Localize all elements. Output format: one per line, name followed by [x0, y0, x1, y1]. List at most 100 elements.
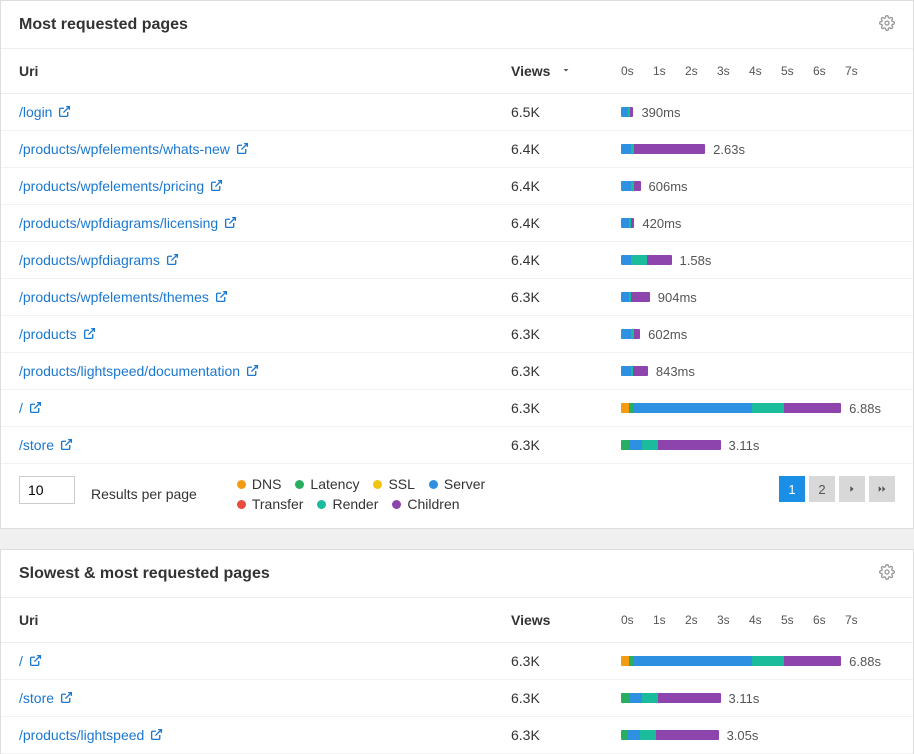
legend-dot-icon — [392, 500, 401, 509]
timing-bar[interactable] — [621, 656, 841, 666]
col-views[interactable]: Views — [493, 598, 603, 643]
uri-link[interactable]: /login — [19, 104, 52, 120]
timing-label: 606ms — [649, 179, 688, 194]
timing-bar[interactable] — [621, 181, 641, 191]
last-page-button[interactable] — [869, 476, 895, 502]
timing-bar[interactable] — [621, 144, 705, 154]
timing-segment-children — [633, 366, 648, 376]
timing-label: 6.88s — [849, 654, 881, 669]
external-link-icon[interactable] — [224, 216, 237, 232]
legend-item[interactable]: Server — [429, 476, 485, 492]
results-per-page-label: Results per page — [91, 486, 197, 502]
pagination: 1 2 — [779, 476, 895, 502]
legend-dot-icon — [237, 480, 246, 489]
uri-link[interactable]: /products/lightspeed/documentation — [19, 363, 240, 379]
timing-bar[interactable] — [621, 255, 672, 265]
col-views[interactable]: Views — [493, 49, 603, 94]
gear-icon[interactable] — [879, 15, 895, 34]
table-row: /products/lightspeed6.3K3.05s — [1, 717, 913, 754]
timing-bar[interactable] — [621, 730, 719, 740]
timing-segment-latency — [621, 440, 629, 450]
legend-label: Transfer — [252, 496, 304, 512]
uri-link[interactable]: / — [19, 653, 23, 669]
external-link-icon[interactable] — [60, 438, 73, 454]
external-link-icon[interactable] — [215, 290, 228, 306]
col-timeline: 0s1s2s3s4s5s6s7s — [603, 49, 913, 94]
uri-link[interactable]: /products/wpfelements/themes — [19, 289, 209, 305]
timing-cell: 3.11s — [603, 680, 913, 717]
table-row: /products/wpfdiagrams6.4K1.58s — [1, 242, 913, 279]
timing-label: 3.11s — [729, 691, 760, 706]
axis-tick: 6s — [813, 64, 845, 78]
external-link-icon[interactable] — [210, 179, 223, 195]
legend-dot-icon — [373, 480, 382, 489]
col-timeline: 0s1s2s3s4s5s6s7s — [603, 598, 913, 643]
uri-link[interactable]: /store — [19, 690, 54, 706]
timing-label: 390ms — [641, 105, 680, 120]
external-link-icon[interactable] — [60, 691, 73, 707]
views-value: 6.3K — [493, 390, 603, 427]
timing-bar[interactable] — [621, 107, 633, 117]
legend-dot-icon — [295, 480, 304, 489]
gear-icon[interactable] — [879, 564, 895, 583]
chevron-double-right-icon — [876, 484, 888, 494]
uri-link[interactable]: /products/wpfelements/pricing — [19, 178, 204, 194]
external-link-icon[interactable] — [246, 364, 259, 380]
external-link-icon[interactable] — [58, 105, 71, 121]
timing-label: 420ms — [642, 216, 681, 231]
views-value: 6.3K — [493, 680, 603, 717]
legend-dot-icon — [429, 480, 438, 489]
legend-item[interactable]: Children — [392, 496, 459, 512]
uri-link[interactable]: / — [19, 400, 23, 416]
table-row: /store 6.3K 3.11s — [1, 680, 913, 717]
uri-link[interactable]: /store — [19, 437, 54, 453]
legend-item[interactable]: Latency — [295, 476, 359, 492]
axis-tick: 4s — [749, 613, 781, 627]
external-link-icon[interactable] — [29, 654, 42, 670]
legend-item[interactable]: SSL — [373, 476, 414, 492]
timing-segment-children — [631, 218, 634, 228]
views-value: 6.4K — [493, 168, 603, 205]
timing-segment-children — [634, 181, 641, 191]
external-link-icon[interactable] — [236, 142, 249, 158]
external-link-icon[interactable] — [29, 401, 42, 417]
panel-title: Most requested pages — [19, 16, 188, 34]
timing-bar[interactable] — [621, 440, 721, 450]
uri-link[interactable]: /products/wpfdiagrams/licensing — [19, 215, 218, 231]
timing-cell: 3.05s — [603, 717, 913, 754]
timing-label: 3.05s — [727, 728, 759, 743]
timing-bar[interactable] — [621, 693, 721, 703]
timing-bar[interactable] — [621, 218, 634, 228]
timing-segment-render — [642, 693, 658, 703]
col-uri[interactable]: Uri — [1, 598, 493, 643]
timing-bar[interactable] — [621, 403, 841, 413]
timing-bar[interactable] — [621, 292, 650, 302]
legend-label: DNS — [252, 476, 282, 492]
uri-link[interactable]: /products/lightspeed — [19, 727, 144, 743]
timing-cell: 390ms — [603, 94, 913, 131]
results-per-page-input[interactable] — [19, 476, 75, 504]
timing-segment-children — [784, 656, 841, 666]
timing-bar[interactable] — [621, 366, 648, 376]
timing-segment-server — [621, 329, 631, 339]
timing-segment-server — [621, 255, 631, 265]
page-1-button[interactable]: 1 — [779, 476, 805, 502]
timing-label: 1.58s — [680, 253, 712, 268]
legend-item[interactable]: DNS — [237, 476, 282, 492]
external-link-icon[interactable] — [166, 253, 179, 269]
external-link-icon[interactable] — [150, 728, 163, 744]
legend-item[interactable]: Transfer — [237, 496, 304, 512]
timing-segment-server — [634, 656, 752, 666]
timing-bar[interactable] — [621, 329, 640, 339]
col-uri[interactable]: Uri — [1, 49, 493, 94]
page-2-button[interactable]: 2 — [809, 476, 835, 502]
uri-link[interactable]: /products/wpfelements/whats-new — [19, 141, 230, 157]
uri-link[interactable]: /products — [19, 326, 77, 342]
uri-link[interactable]: /products/wpfdiagrams — [19, 252, 160, 268]
panel-title: Slowest & most requested pages — [19, 565, 270, 583]
timing-label: 602ms — [648, 327, 687, 342]
legend-item[interactable]: Render — [317, 496, 378, 512]
external-link-icon[interactable] — [83, 327, 96, 343]
timing-label: 3.11s — [729, 438, 760, 453]
next-page-button[interactable] — [839, 476, 865, 502]
